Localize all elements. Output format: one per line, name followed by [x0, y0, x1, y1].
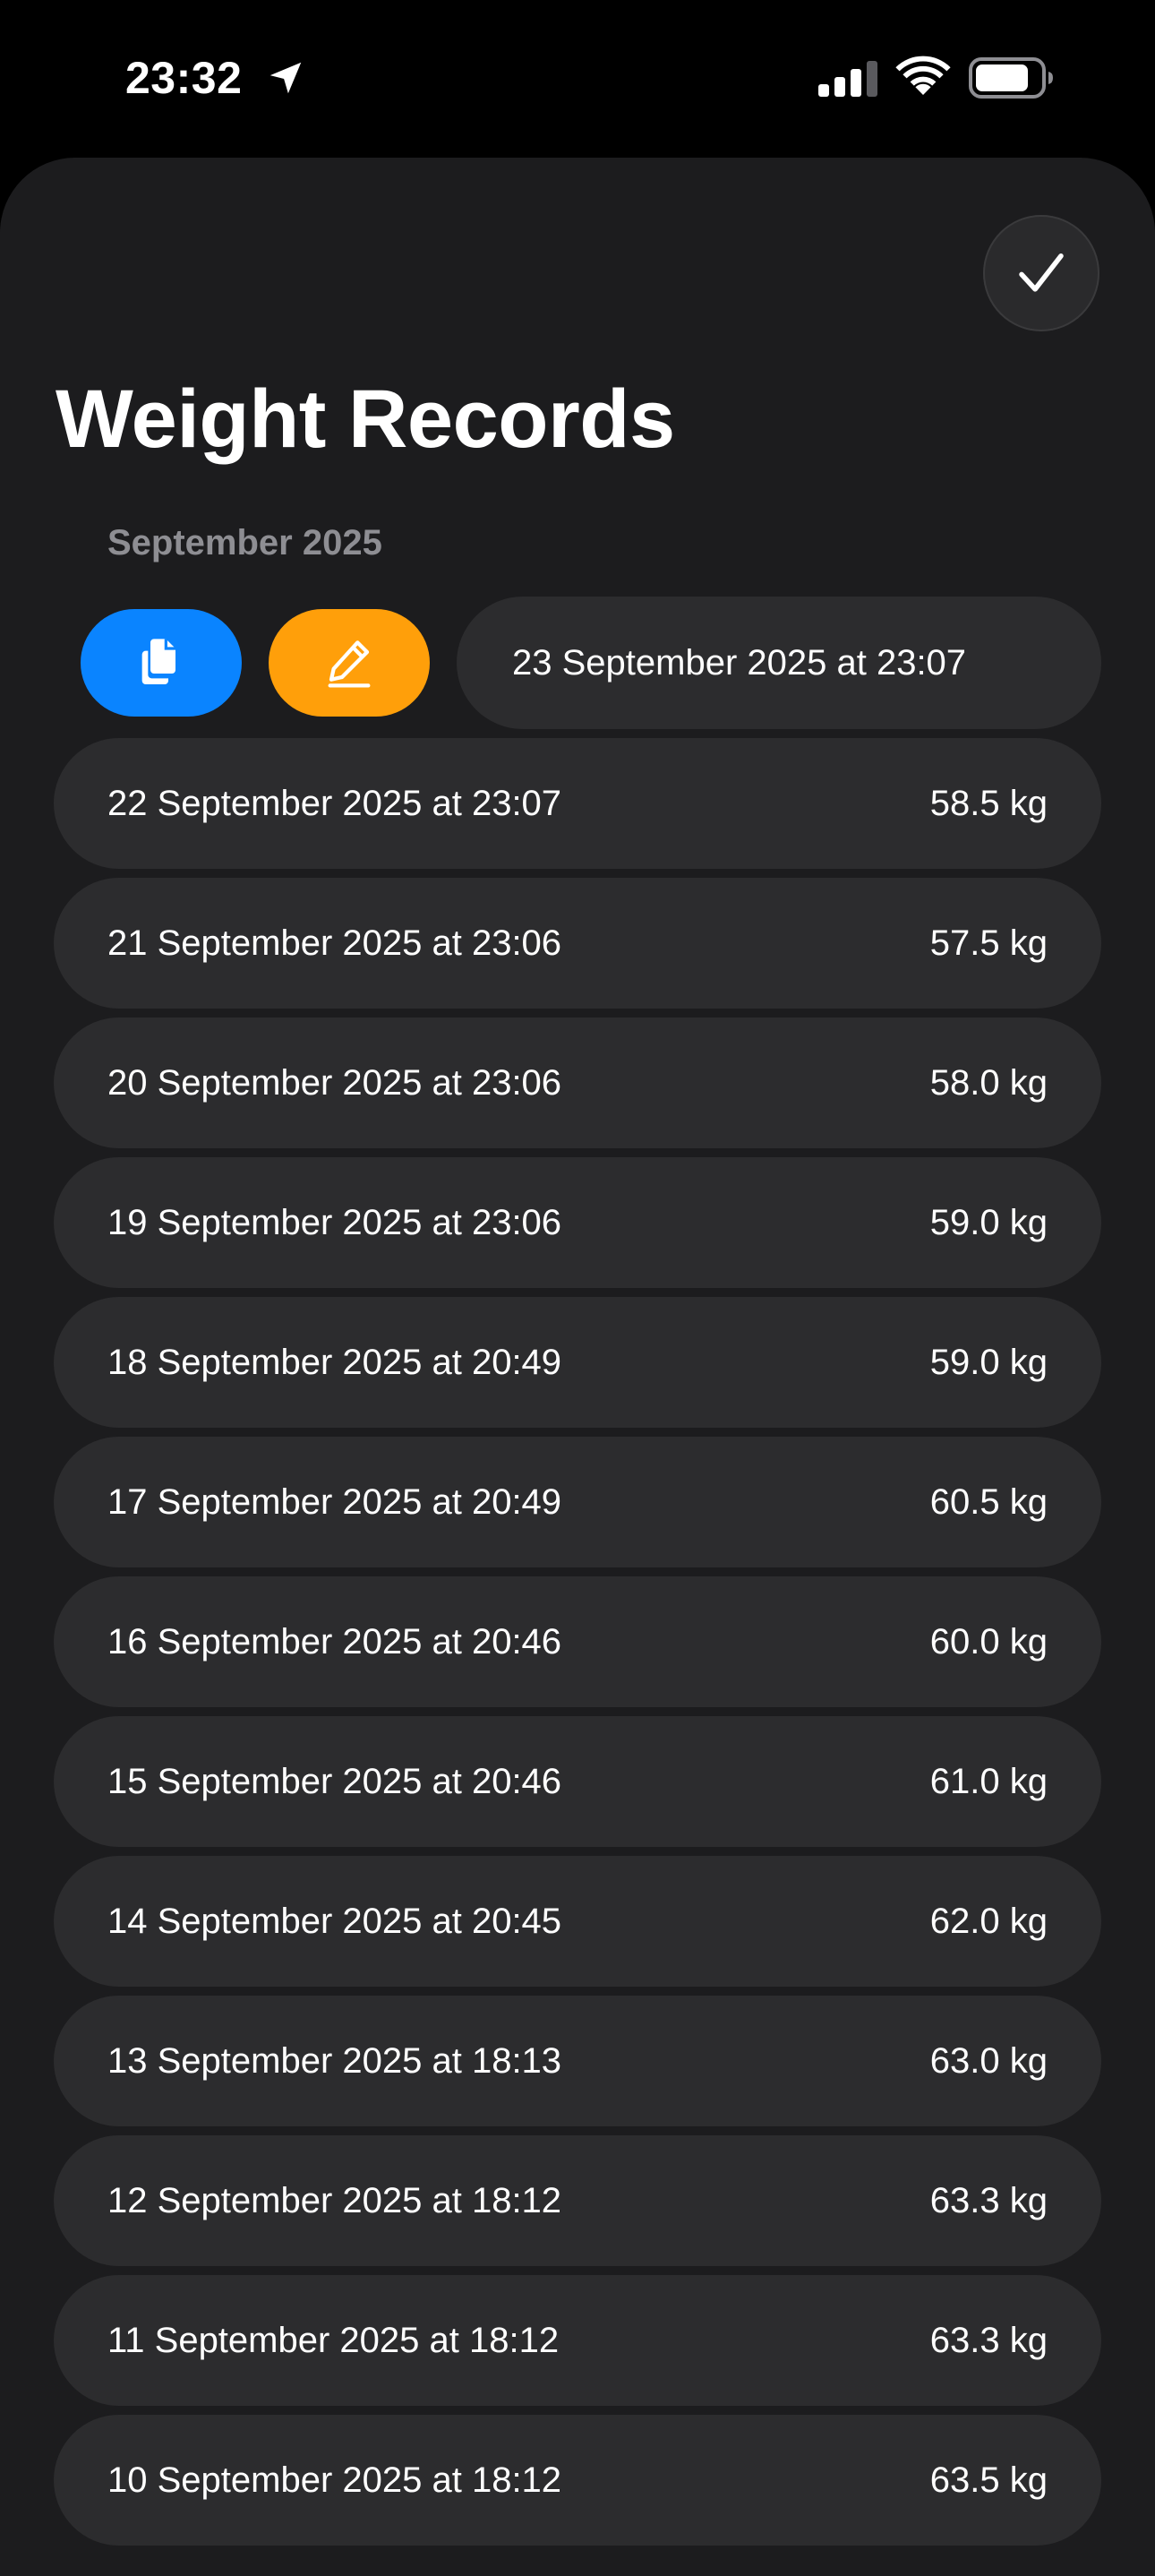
record-row[interactable]: 15 September 2025 at 20:46 61.0 kg	[54, 1716, 1101, 1847]
record-weight: 58.5 kg	[929, 783, 1048, 823]
record-weight: 63.0 kg	[929, 2040, 1048, 2081]
record-date: 16 September 2025 at 20:46	[107, 1621, 562, 1662]
record-weight: 59.0 kg	[929, 1202, 1048, 1242]
record-date: 18 September 2025 at 20:49	[107, 1342, 562, 1382]
copy-documents-icon	[141, 639, 175, 684]
wifi-icon	[895, 56, 951, 95]
record-row[interactable]: 11 September 2025 at 18:12 63.3 kg	[54, 2275, 1101, 2406]
record-weight: 58.0 kg	[929, 1062, 1048, 1103]
shifted-record-date[interactable]: 23 September 2025 at 23:07	[457, 597, 1101, 729]
record-row[interactable]: 13 September 2025 at 18:13 63.0 kg	[54, 1996, 1101, 2126]
location-arrow-icon	[270, 62, 302, 94]
record-row[interactable]: 18 September 2025 at 20:49 59.0 kg	[54, 1297, 1101, 1428]
record-row[interactable]: 20 September 2025 at 23:06 58.0 kg	[54, 1018, 1101, 1148]
status-time: 23:32	[125, 53, 243, 103]
record-row[interactable]: 22 September 2025 at 23:07 58.5 kg	[54, 738, 1101, 869]
swiped-record-row[interactable]: 23 September 2025 at 23:07	[0, 597, 1155, 729]
record-date: 11 September 2025 at 18:12	[107, 2320, 560, 2360]
record-row[interactable]: 17 September 2025 at 20:49 60.5 kg	[54, 1437, 1101, 1567]
record-weight: 62.0 kg	[929, 1901, 1048, 1941]
record-row[interactable]: 19 September 2025 at 23:06 59.0 kg	[54, 1157, 1101, 1288]
record-weight: 57.5 kg	[929, 923, 1048, 963]
status-bar: 23:32	[0, 0, 1155, 158]
record-date: 17 September 2025 at 20:49	[107, 1481, 562, 1522]
checkmark-icon	[1019, 253, 1064, 292]
battery-icon	[969, 57, 1053, 99]
record-date: 14 September 2025 at 20:45	[107, 1901, 562, 1941]
record-date: 20 September 2025 at 23:06	[107, 1062, 562, 1103]
record-row[interactable]: 10 September 2025 at 18:12 63.5 kg	[54, 2415, 1101, 2546]
page-title: Weight Records	[56, 374, 675, 465]
record-row[interactable]: 16 September 2025 at 20:46 60.0 kg	[54, 1576, 1101, 1707]
record-date: 21 September 2025 at 23:06	[107, 923, 562, 963]
section-header: September 2025	[107, 523, 382, 562]
record-date: 15 September 2025 at 20:46	[107, 1761, 562, 1801]
done-button[interactable]	[983, 215, 1099, 331]
record-weight: 63.5 kg	[929, 2460, 1048, 2500]
copy-button[interactable]	[81, 609, 242, 717]
record-row[interactable]: 12 September 2025 at 18:12 63.3 kg	[54, 2135, 1101, 2266]
pencil-icon	[328, 640, 371, 688]
record-date: 22 September 2025 at 23:07	[107, 783, 562, 823]
record-weight: 63.3 kg	[929, 2180, 1048, 2220]
record-row[interactable]: 14 September 2025 at 20:45 62.0 kg	[54, 1856, 1101, 1987]
record-weight: 61.0 kg	[929, 1761, 1048, 1801]
record-weight: 60.5 kg	[929, 1481, 1048, 1522]
records-list: 22 September 2025 at 23:07 58.5 kg 21 Sept…	[54, 738, 1101, 2555]
edit-button[interactable]	[269, 609, 430, 717]
record-date: 12 September 2025 at 18:12	[107, 2180, 562, 2220]
record-row[interactable]: 21 September 2025 at 23:06 57.5 kg	[54, 878, 1101, 1009]
records-sheet: Weight Records September 2025 23 Septemb…	[0, 158, 1155, 2576]
record-weight: 63.3 kg	[929, 2320, 1048, 2360]
cellular-signal-icon	[818, 61, 877, 97]
record-date: 19 September 2025 at 23:06	[107, 1202, 562, 1242]
record-date: 10 September 2025 at 18:12	[107, 2460, 562, 2500]
record-weight: 59.0 kg	[929, 1342, 1048, 1382]
record-weight: 60.0 kg	[929, 1621, 1048, 1662]
record-date: 13 September 2025 at 18:13	[107, 2040, 562, 2081]
